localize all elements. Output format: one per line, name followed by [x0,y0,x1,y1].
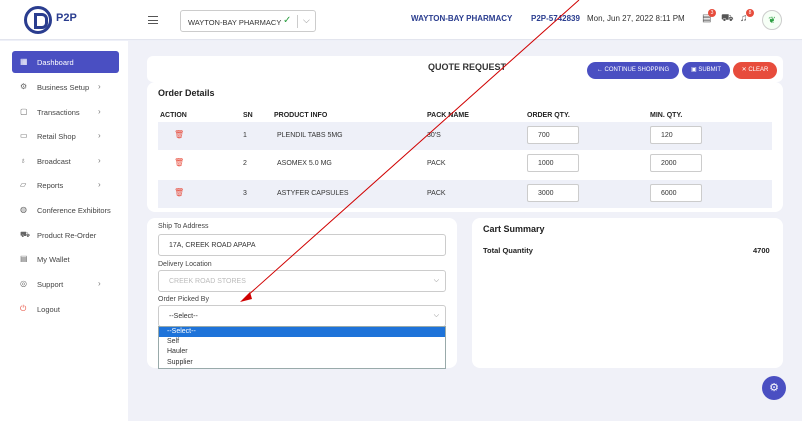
annotation-arrow-head [240,292,252,302]
annotation-arrow [240,0,580,302]
annotation-arrow-line [245,0,580,298]
